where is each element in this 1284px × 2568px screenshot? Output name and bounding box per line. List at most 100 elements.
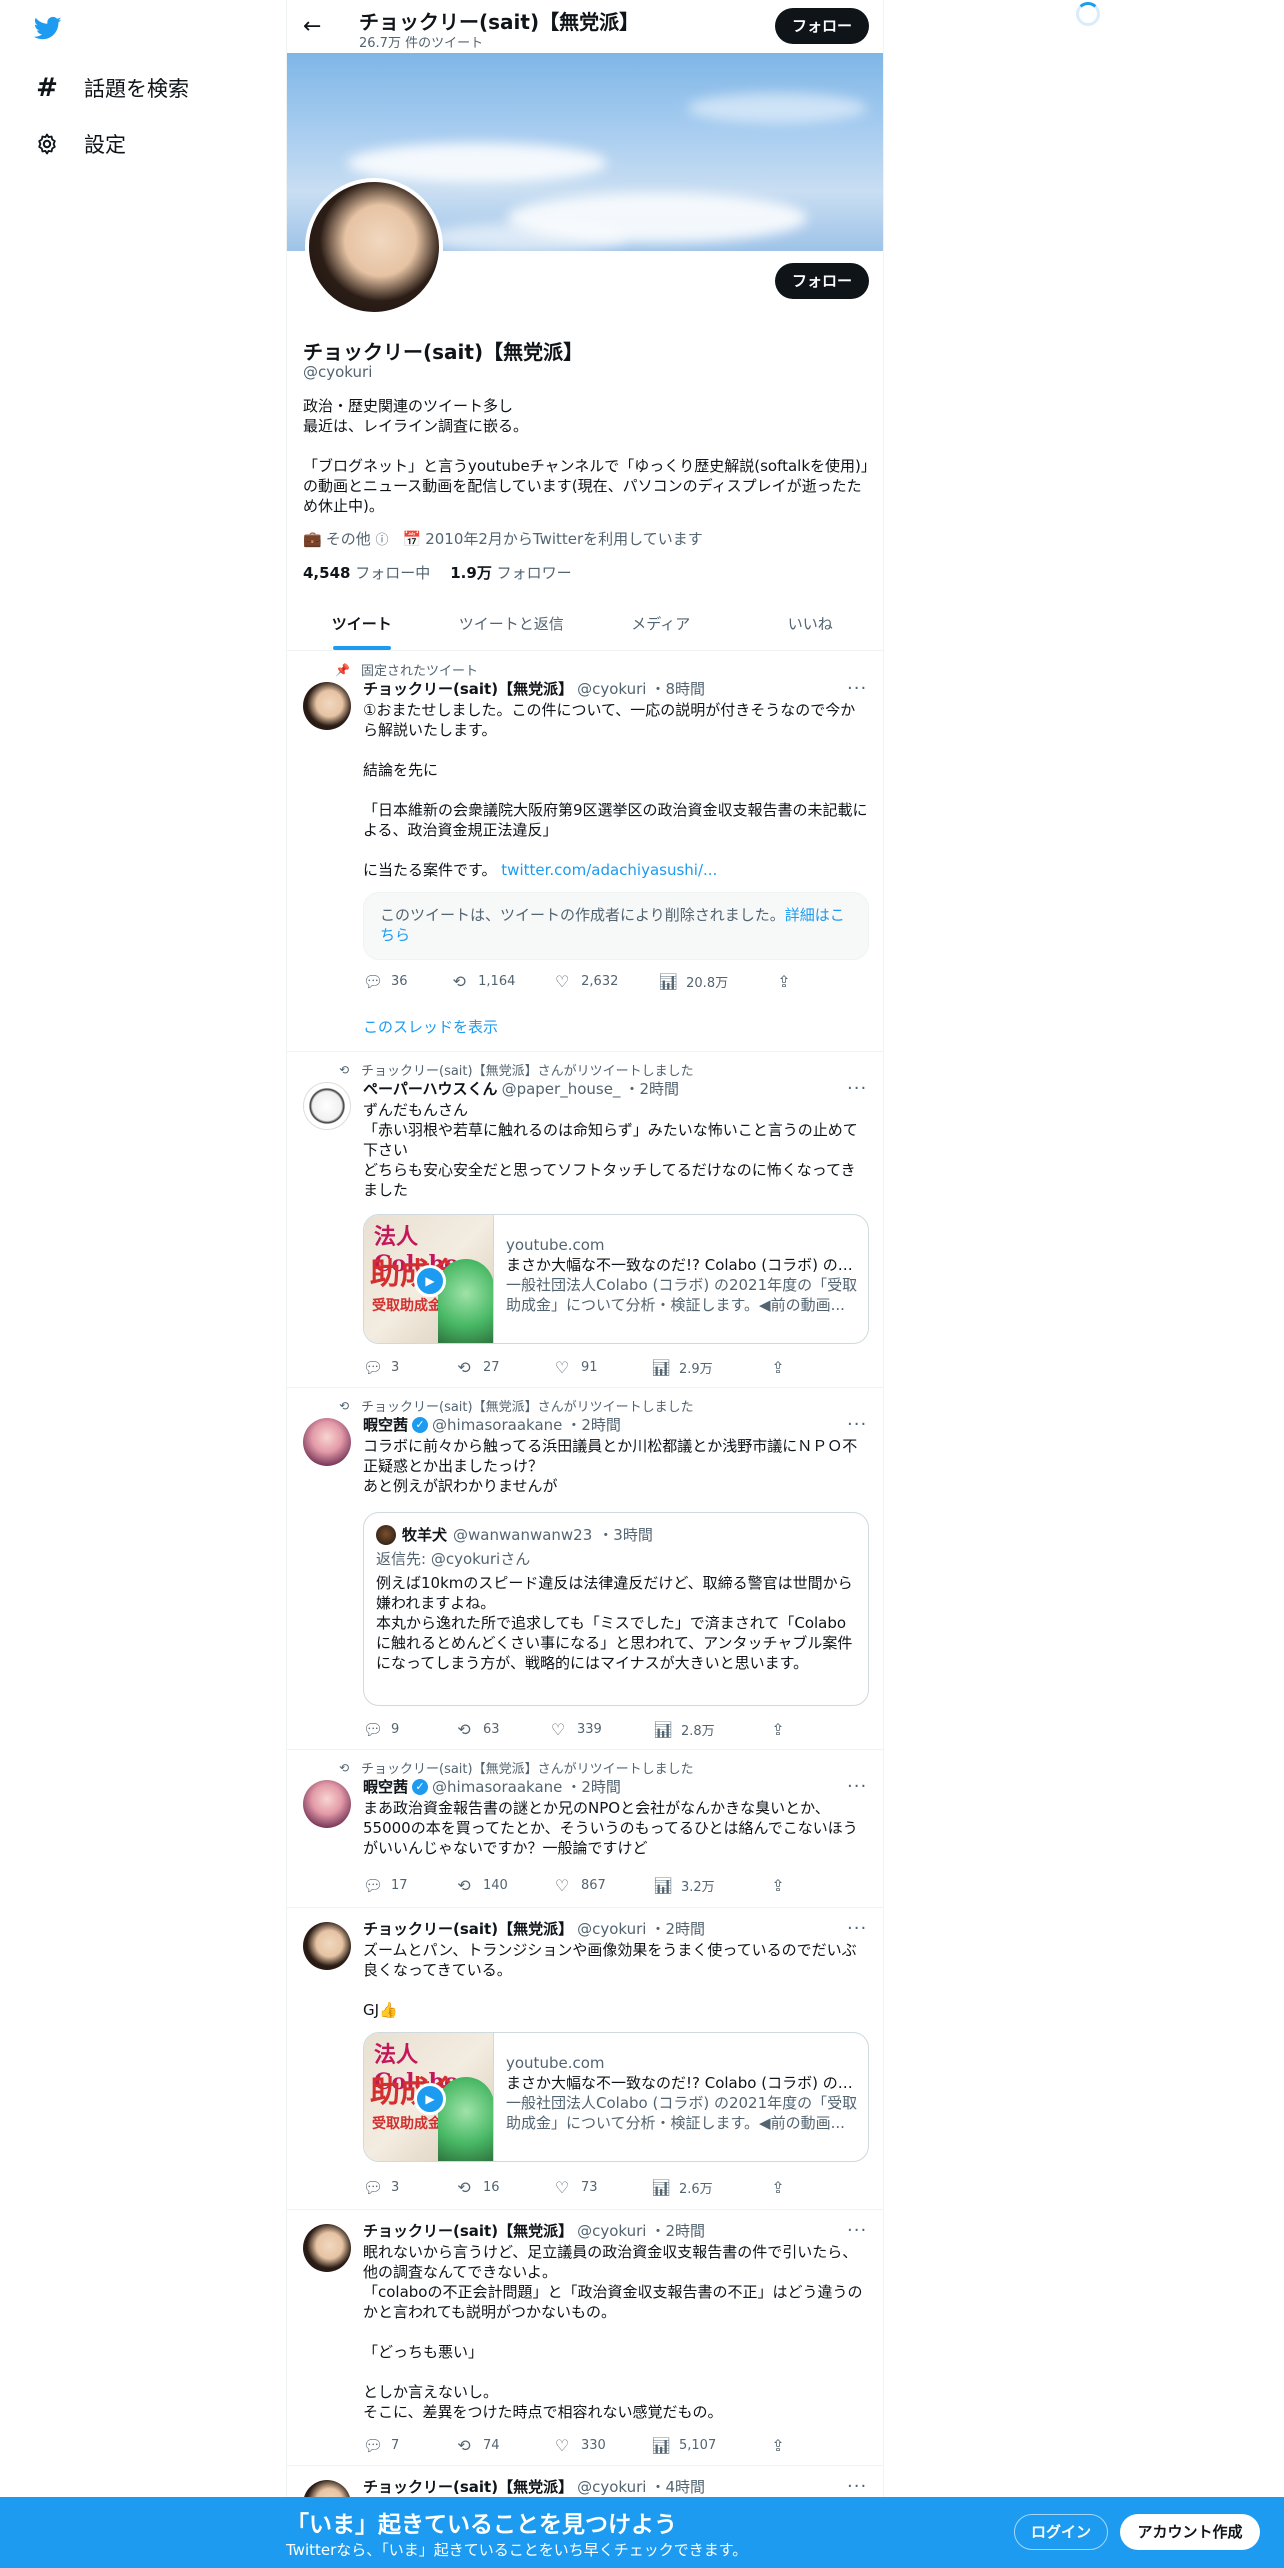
more-options-icon[interactable]: ···: [847, 2220, 867, 2241]
reply-button[interactable]: 💬︎ 3: [363, 1358, 455, 1377]
login-button[interactable]: ログイン: [1014, 2514, 1108, 2550]
retweet-button[interactable]: ⟲ 1,164: [450, 972, 553, 991]
follow-button[interactable]: フォロー: [775, 263, 869, 299]
tweet-item[interactable]: ⟲ チョックリー(sait)【無党派】さんがリツイートしました 暇空茜 ✓ @h…: [287, 1388, 883, 1750]
tweet-author-name[interactable]: 暇空茜: [363, 1776, 408, 1797]
more-options-icon[interactable]: ···: [847, 1918, 867, 1939]
tweet-author-name[interactable]: チョックリー(sait)【無党派】: [363, 678, 573, 699]
retweet-button[interactable]: ⟲ 27: [455, 1358, 553, 1377]
profile-category: 💼 その他 ⓘ: [303, 528, 389, 549]
quoted-tweet[interactable]: 牧羊犬 @wanwanwanw23 ・3時間 返信先: @cyokuriさん 例…: [363, 1512, 869, 1706]
tweet-link[interactable]: twitter.com/adachiyasushi/...: [501, 861, 717, 879]
tab-tweets-and-replies[interactable]: ツイートと返信: [437, 598, 587, 650]
nav-settings[interactable]: 設定: [34, 126, 126, 162]
followers-link[interactable]: 1.9万 フォロワー: [450, 562, 571, 583]
avatar[interactable]: [303, 1082, 351, 1130]
following-link[interactable]: 4,548 フォロー中: [303, 562, 430, 583]
tab-tweets[interactable]: ツイート: [287, 598, 437, 650]
play-icon[interactable]: ▶: [414, 2083, 446, 2115]
retweet-button[interactable]: ⟲ 140: [455, 1876, 553, 1895]
tweet-author-name[interactable]: チョックリー(sait)【無党派】: [363, 1918, 573, 1939]
tweet-author-name[interactable]: 暇空茜: [363, 1414, 408, 1435]
info-icon[interactable]: ⓘ: [375, 533, 388, 548]
nav-explore[interactable]: # 話題を検索: [34, 70, 189, 106]
share-button[interactable]: ⇪: [769, 2436, 787, 2455]
page: # 話題を検索 設定 ← チョックリー(sait)【無党派】 26.7万 件のツ…: [0, 0, 1284, 2568]
views-button[interactable]: 📊︎ 2.8万: [653, 1720, 769, 1739]
header-follow-button[interactable]: フォロー: [775, 8, 869, 44]
more-options-icon[interactable]: ···: [847, 1414, 867, 1435]
like-button[interactable]: ♡ 867: [553, 1876, 653, 1895]
more-options-icon[interactable]: ···: [847, 2476, 867, 2497]
signup-button[interactable]: アカウント作成: [1120, 2514, 1260, 2550]
avatar[interactable]: [303, 1418, 351, 1466]
heart-icon: ♡: [550, 1720, 566, 1739]
like-button[interactable]: ♡ 73: [553, 2178, 651, 2197]
tab-media[interactable]: メディア: [586, 598, 736, 650]
avatar[interactable]: [303, 1922, 351, 1970]
tweet-time[interactable]: ・2時間: [650, 2220, 705, 2241]
more-options-icon[interactable]: ···: [847, 1776, 867, 1797]
tweet-item[interactable]: ⟲ チョックリー(sait)【無党派】さんがリツイートしました 暇空茜 ✓ @h…: [287, 1750, 883, 1908]
views-button[interactable]: 📊︎ 20.8万: [658, 972, 775, 991]
avatar[interactable]: [303, 1780, 351, 1828]
retweet-button[interactable]: ⟲ 16: [455, 2178, 553, 2197]
views-button[interactable]: 📊︎ 3.2万: [653, 1876, 769, 1895]
link-card[interactable]: 法人Colabo 助成金 受取助成金 ▶ youtube.com まさか大幅な不…: [363, 2032, 869, 2162]
reply-icon: 💬︎: [363, 1358, 384, 1377]
play-icon[interactable]: ▶: [414, 1265, 446, 1297]
tweet-item[interactable]: チョックリー(sait)【無党派】 @cyokuri ・4時間 ···: [287, 2466, 883, 2500]
like-button[interactable]: ♡ 339: [549, 1720, 653, 1739]
avatar[interactable]: [303, 2224, 351, 2272]
like-button[interactable]: ♡ 91: [553, 1358, 651, 1377]
reply-button[interactable]: 💬︎ 36: [363, 972, 450, 991]
briefcase-icon: 💼: [303, 530, 322, 548]
views-button[interactable]: 📊︎ 5,107: [651, 2436, 769, 2455]
card-info: youtube.com まさか大幅な不一致なのだ!? Colabo (コラボ) …: [506, 1235, 858, 1315]
like-button[interactable]: ♡ 2,632: [553, 972, 658, 991]
reply-button[interactable]: 💬︎ 17: [363, 1876, 455, 1895]
back-arrow-icon[interactable]: ←: [303, 14, 321, 39]
share-button[interactable]: ⇪: [769, 1358, 787, 1377]
retweet-context-label: チョックリー(sait)【無党派】さんがリツイートしました: [361, 1400, 694, 1415]
tweet-time[interactable]: ・2時間: [566, 1414, 621, 1435]
tweet-time[interactable]: ・2時間: [566, 1776, 621, 1797]
link-card[interactable]: 法人Colabo 助成金 受取助成金 ▶ youtube.com まさか大幅な不…: [363, 1214, 869, 1344]
quoted-author-handle: @wanwanwanw23: [453, 1526, 593, 1544]
tweet-item[interactable]: 📌 固定されたツイート チョックリー(sait)【無党派】 @cyokuri ・…: [287, 652, 883, 1052]
tweet-author-name[interactable]: ペーパーハウスくん: [363, 1078, 498, 1099]
profile-avatar[interactable]: [305, 178, 443, 316]
views-chart-icon: 📊︎: [651, 1358, 672, 1377]
retweet-icon: ⟲: [457, 2436, 471, 2455]
tweet-item[interactable]: チョックリー(sait)【無党派】 @cyokuri ・2時間 ··· 眠れない…: [287, 2210, 883, 2466]
tweet-time[interactable]: ・2時間: [650, 1918, 705, 1939]
reply-button[interactable]: 💬︎ 3: [363, 2178, 455, 2197]
tweet-time[interactable]: ・8時間: [650, 678, 705, 699]
avatar[interactable]: [303, 682, 351, 730]
share-button[interactable]: ⇪: [769, 1720, 787, 1739]
show-thread-link[interactable]: このスレッドを表示: [363, 1016, 498, 1037]
reply-button[interactable]: 💬︎ 9: [363, 1720, 455, 1739]
tweet-item[interactable]: チョックリー(sait)【無党派】 @cyokuri ・2時間 ··· ズームと…: [287, 1908, 883, 2210]
share-button[interactable]: ⇪: [775, 972, 793, 991]
retweet-button[interactable]: ⟲ 74: [455, 2436, 553, 2455]
like-button[interactable]: ♡ 330: [553, 2436, 651, 2455]
profile-joined-label: 2010年2月からTwitterを利用しています: [425, 530, 703, 548]
views-button[interactable]: 📊︎ 2.9万: [651, 1358, 769, 1377]
thumb-character: [438, 1259, 493, 1343]
twitter-logo-icon[interactable]: [32, 14, 64, 42]
tweet-time[interactable]: ・2時間: [624, 1078, 679, 1099]
more-options-icon[interactable]: ···: [847, 678, 867, 699]
share-button[interactable]: ⇪: [769, 1876, 787, 1895]
tweet-author-name[interactable]: チョックリー(sait)【無党派】: [363, 2476, 573, 2497]
retweet-button[interactable]: ⟲ 63: [455, 1720, 549, 1739]
tab-likes[interactable]: いいね: [736, 598, 884, 650]
tweet-author-name[interactable]: チョックリー(sait)【無党派】: [363, 2220, 573, 2241]
reply-button[interactable]: 💬︎ 7: [363, 2436, 455, 2455]
reply-count: 7: [391, 2438, 400, 2453]
share-button[interactable]: ⇪: [769, 2178, 787, 2197]
tweet-time[interactable]: ・4時間: [650, 2476, 705, 2497]
more-options-icon[interactable]: ···: [847, 1078, 867, 1099]
views-button[interactable]: 📊︎ 2.6万: [651, 2178, 769, 2197]
tweet-item[interactable]: ⟲ チョックリー(sait)【無党派】さんがリツイートしました ペーパーハウスく…: [287, 1052, 883, 1388]
